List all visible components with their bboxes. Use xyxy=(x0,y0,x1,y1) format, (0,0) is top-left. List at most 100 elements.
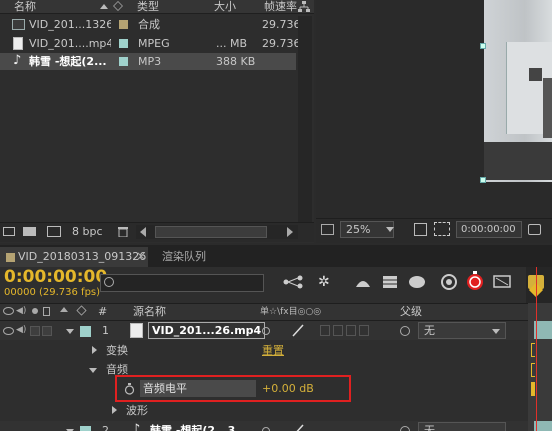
expand-transform-icon[interactable] xyxy=(92,346,97,354)
layer-name[interactable]: VID_201...26.mp4 xyxy=(148,322,266,339)
motion-blur-icon[interactable] xyxy=(406,273,428,291)
composition-icon xyxy=(12,19,25,30)
sort-up-icon[interactable] xyxy=(60,307,68,312)
project-item-row[interactable]: VID_201...1326 合成 29.736 xyxy=(0,16,314,33)
project-item-row-selected[interactable]: ♪ 韩雪 -想起(2... MP3 388 KB xyxy=(0,53,296,70)
layer-handle[interactable] xyxy=(480,177,486,183)
label-color-swatch[interactable] xyxy=(119,57,128,66)
solo-icon[interactable] xyxy=(32,308,38,314)
stopwatch-icon[interactable] xyxy=(464,271,486,290)
transform-label: 变换 xyxy=(106,344,128,357)
layer-row[interactable]: ◀) 1 VID_201...26.mp4 无 xyxy=(0,321,528,340)
audio-visibility-icon[interactable]: ◀) xyxy=(16,325,26,335)
label-color-swatch[interactable] xyxy=(119,39,128,48)
sort-up-icon[interactable] xyxy=(100,4,108,9)
timeline-search-input[interactable] xyxy=(100,274,264,292)
project-item-type: 合成 xyxy=(138,18,160,31)
video-frame-floor xyxy=(484,142,552,180)
layer-row[interactable]: 2 ♪ 韩雪 -想起(2...3 无 xyxy=(0,421,528,431)
new-composition-icon[interactable] xyxy=(47,226,61,237)
column-menu-icon[interactable] xyxy=(298,1,310,13)
hide-shy-layers-icon[interactable] xyxy=(352,273,374,291)
parent-dropdown[interactable]: 无 xyxy=(418,422,506,431)
comp-mini-flowchart-icon[interactable] xyxy=(282,273,304,291)
project-item-name: VID_201...1326 xyxy=(29,18,111,31)
bpc-label[interactable]: 8 bpc xyxy=(72,224,103,239)
layer-label-swatch[interactable] xyxy=(80,426,91,431)
project-item-size: 388 KB xyxy=(216,55,256,68)
timeline-panel: 0:00:00:00 00000 (29.736 fps) ✲ ◀) # 源名称… xyxy=(0,267,552,431)
draft-3d-icon[interactable]: ✲ xyxy=(318,273,340,291)
quality-switch-icon[interactable] xyxy=(292,424,304,431)
property-group-waveform[interactable]: 波形 xyxy=(0,401,528,420)
quality-switch-icon[interactable] xyxy=(292,324,304,337)
scroll-left-icon[interactable] xyxy=(140,227,146,237)
layer-name[interactable]: 韩雪 -想起(2...3 xyxy=(150,421,250,431)
project-item-name: VID_201....mp4 xyxy=(29,37,111,50)
video-visibility-icon[interactable] xyxy=(3,307,14,315)
project-panel: 名称 类型 大小 帧速率 VID_201...1326 合成 29.736 VI… xyxy=(0,0,314,243)
col-size-header[interactable]: 大小 xyxy=(214,0,236,13)
layer-handle[interactable] xyxy=(480,43,486,49)
chevron-down-icon[interactable] xyxy=(492,329,500,334)
col-type-header[interactable]: 类型 xyxy=(137,0,159,13)
timeline-tab-bar: VID_20180313_091326 × 渲染队列 xyxy=(0,245,552,267)
col-fps-header[interactable]: 帧速率 xyxy=(264,0,297,13)
layer-switch-boxes[interactable] xyxy=(320,325,380,336)
project-item-fps: 29.736 xyxy=(262,37,301,50)
camera-snapshot-icon[interactable] xyxy=(528,224,541,235)
col-switches-header[interactable]: 单☆\fx目◎○◎ xyxy=(260,304,380,320)
lock-icon[interactable] xyxy=(43,307,50,316)
composition-tab-swatch xyxy=(6,253,15,262)
always-preview-icon[interactable] xyxy=(321,224,334,235)
chevron-down-icon[interactable] xyxy=(386,227,394,232)
screen-icon[interactable] xyxy=(492,273,514,291)
audio-file-icon: ♪ xyxy=(13,53,22,68)
project-item-fps: 29.736 xyxy=(262,18,301,31)
keyframe-navigator[interactable] xyxy=(531,382,535,396)
expand-waveform-icon[interactable] xyxy=(112,406,117,414)
layer-number: 2 xyxy=(102,424,109,431)
col-parent-header[interactable]: 父级 xyxy=(400,304,422,320)
property-group-transform[interactable]: 变换 重置 xyxy=(0,341,528,360)
lock-toggle[interactable] xyxy=(42,326,52,336)
project-item-row[interactable]: VID_201....mp4 MPEG ... MB 29.736 xyxy=(0,35,314,52)
frame-blending-icon[interactable] xyxy=(380,273,402,291)
expand-layer-icon[interactable] xyxy=(66,329,74,334)
video-file-icon xyxy=(130,323,143,338)
keyframe-navigator[interactable] xyxy=(531,363,535,377)
audio-visibility-icon[interactable]: ◀) xyxy=(16,307,26,316)
tab-render-queue[interactable]: 渲染队列 xyxy=(162,249,206,265)
col-name-header[interactable]: 名称 xyxy=(14,0,36,13)
reset-link[interactable]: 重置 xyxy=(262,341,284,360)
col-source-name-header[interactable]: 源名称 xyxy=(133,304,166,320)
waveform-label: 波形 xyxy=(126,404,148,417)
pick-whip-icon[interactable] xyxy=(400,326,410,336)
collapse-audio-icon[interactable] xyxy=(89,368,97,373)
shy-switch-icon[interactable] xyxy=(262,327,270,335)
close-tab-icon[interactable]: × xyxy=(136,248,146,264)
video-frame-detail xyxy=(543,78,552,138)
project-scrollbar[interactable] xyxy=(298,16,312,222)
layer-label-swatch[interactable] xyxy=(80,326,91,337)
graph-editor-icon[interactable] xyxy=(438,273,460,291)
video-visibility-icon[interactable] xyxy=(3,327,14,335)
label-color-swatch[interactable] xyxy=(119,20,128,29)
highlight-box xyxy=(115,375,351,402)
current-time-display[interactable]: 0:00:00:00 xyxy=(4,267,107,287)
scroll-right-icon[interactable] xyxy=(287,227,293,237)
shy-switch-icon[interactable] xyxy=(262,427,270,431)
composition-viewer: 25% 0:00:00:00 xyxy=(316,0,552,243)
keyframe-navigator[interactable] xyxy=(531,343,535,357)
viewer-timecode[interactable]: 0:00:00:00 xyxy=(456,221,522,238)
project-item-name: 韩雪 -想起(2... xyxy=(29,55,107,68)
transparency-grid-icon[interactable] xyxy=(434,222,450,236)
pick-whip-icon[interactable] xyxy=(400,426,410,431)
new-folder-icon[interactable] xyxy=(23,227,36,236)
trash-icon[interactable] xyxy=(118,226,128,238)
solo-toggle[interactable] xyxy=(30,326,40,336)
scroll-thumb[interactable] xyxy=(155,226,267,238)
project-item-type: MP3 xyxy=(138,55,162,68)
region-of-interest-icon[interactable] xyxy=(414,223,427,236)
interpret-footage-icon[interactable] xyxy=(3,227,15,236)
